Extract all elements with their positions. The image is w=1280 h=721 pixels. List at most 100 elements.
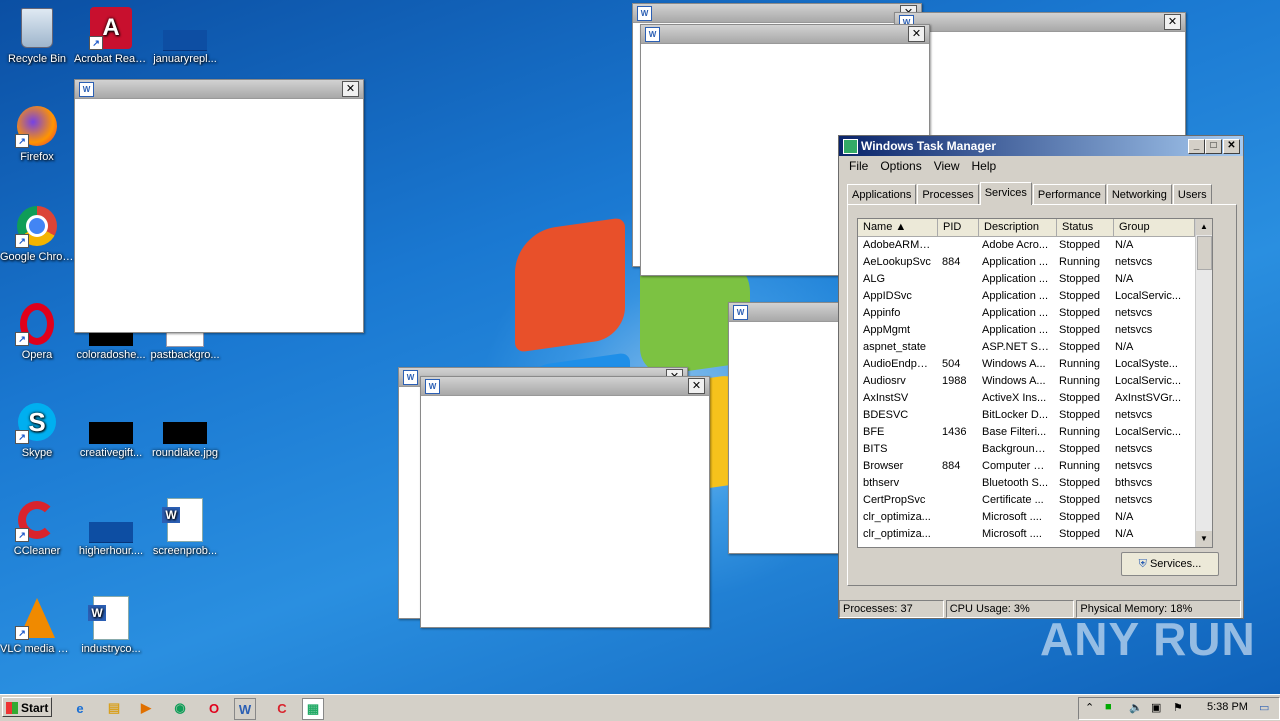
table-row[interactable]: ALG Application ... Stopped N/A [858,271,1212,288]
task-manager-taskbar-icon[interactable]: ▦ [302,698,324,720]
table-row[interactable]: AdobeARMs... Adobe Acro... Stopped N/A [858,237,1212,254]
scroll-thumb[interactable] [1197,236,1212,270]
table-row[interactable]: Appinfo Application ... Stopped netsvcs [858,305,1212,322]
task-manager-window[interactable]: Windows Task Manager _ □ ✕ File Options Vi… [838,135,1244,619]
desktop-icon-firefox[interactable]: ↗ Firefox [0,104,74,164]
opera-taskbar-icon[interactable]: O [204,698,224,718]
table-row[interactable]: BITS Background... Stopped netsvcs [858,441,1212,458]
table-row[interactable]: AppMgmt Application ... Stopped netsvcs [858,322,1212,339]
clock[interactable]: 5:38 PM [1207,701,1248,713]
service-name: bthserv [863,477,900,489]
tab-performance[interactable]: Performance [1032,184,1106,205]
service-description: Application ... [982,290,1049,302]
service-group: N/A [1115,511,1134,523]
service-pid [937,526,977,543]
table-row[interactable]: bthserv Bluetooth S... Stopped bthsvcs [858,475,1212,492]
service-pid [937,237,977,254]
service-group: netsvcs [1115,324,1153,336]
desktop-icon-industryco[interactable]: W industryco... [74,596,148,656]
service-group: netsvcs [1115,460,1153,472]
action-center-flag-icon[interactable]: ⚑ [1173,701,1183,714]
desktop-icon-screenprob[interactable]: W screenprob... [148,498,222,558]
task-manager-titlebar[interactable]: Windows Task Manager _ □ ✕ [839,136,1243,156]
maximize-button[interactable]: □ [1205,139,1222,154]
blank-window-1[interactable]: W ✕ [74,79,364,333]
scroll-up-icon[interactable]: ▲ [1196,219,1212,235]
desktop-icon-recycle-bin[interactable]: Recycle Bin [0,6,74,66]
ccleaner-taskbar-icon[interactable]: C [272,698,292,718]
show-desktop-icon[interactable]: ▭ [1259,701,1269,714]
desktop-icon-skype[interactable]: S ↗ Skype [0,400,74,460]
desktop-icon-vlc[interactable]: ↗ VLC media player [0,596,74,656]
close-button[interactable]: ✕ [1164,14,1181,30]
media-player-icon[interactable]: ▶ [136,698,156,718]
services-button[interactable]: ⛨ Services... [1121,552,1219,576]
tab-processes[interactable]: Processes [917,184,979,205]
close-button[interactable]: ✕ [688,378,705,394]
column-description[interactable]: Description [979,219,1057,236]
table-row[interactable]: Audiosrv 1988 Windows A... Running LocalServ… [858,373,1212,390]
column-status[interactable]: Status [1057,219,1114,236]
desktop-icon-acrobat[interactable]: A↗ Acrobat Reader DC [74,6,148,66]
tab-users[interactable]: Users [1172,184,1212,205]
desktop-icon-chrome[interactable]: ↗ Google Chrome [0,204,74,264]
service-description: Adobe Acro... [982,239,1049,251]
blank-window-7[interactable]: W ✕ [420,376,710,628]
table-row[interactable]: CertPropSvc Certificate ... Stopped netsvcs [858,492,1212,509]
tab-networking[interactable]: Networking [1106,184,1172,205]
service-status: Stopped [1059,392,1100,404]
status-processes: Processes: 37 [839,600,944,618]
blank-window-5[interactable]: W [728,302,850,554]
tray-expand-icon[interactable]: ⌃ [1085,701,1094,714]
menu-file[interactable]: File [843,156,874,176]
word-taskbar-icon[interactable]: W [234,698,256,720]
desktop-icon-higherhour[interactable]: higherhour.... [74,498,148,558]
table-row[interactable]: AeLookupSvc 884 Application ... Running nets… [858,254,1212,271]
column-group[interactable]: Group [1114,219,1195,236]
service-status: Stopped [1059,409,1100,421]
chrome-taskbar-icon[interactable]: ◉ [170,698,190,718]
table-row[interactable]: BFE 1436 Base Filteri... Running LocalServic… [858,424,1212,441]
volume-icon[interactable]: 🔈 [1129,701,1143,714]
tab-services[interactable]: Services [979,182,1032,205]
menu-view[interactable]: View [928,156,966,176]
close-button[interactable]: ✕ [908,26,925,42]
menu-help[interactable]: Help [966,156,1003,176]
opera-icon: ↗ [15,302,59,346]
ie-icon[interactable]: e [70,698,90,718]
service-name: BDESVC [863,409,909,421]
start-button[interactable]: Start [2,697,52,717]
table-row[interactable]: AppIDSvc Application ... Stopped LocalServi… [858,288,1212,305]
network-status-icon[interactable]: ■ [1105,701,1112,713]
service-status: Running [1059,358,1100,370]
desktop-icon-opera[interactable]: ↗ Opera [0,302,74,362]
table-row[interactable]: aspnet_state ASP.NET St... Stopped N/A [858,339,1212,356]
service-name: Appinfo [863,307,901,319]
vertical-scrollbar[interactable]: ▲ ▼ [1195,219,1212,547]
service-pid: 1988 [942,375,967,387]
table-row[interactable]: AxInstSV ActiveX Ins... Stopped AxInstSVGr.… [858,390,1212,407]
scroll-down-icon[interactable]: ▼ [1196,531,1212,547]
service-status: Stopped [1059,307,1100,319]
table-row[interactable]: clr_optimiza... Microsoft .... Stopped N/A [858,526,1212,543]
network-icon[interactable]: ▣ [1151,701,1161,714]
file-icon [89,498,133,543]
table-row[interactable]: clr_optimiza... Microsoft .... Stopped N/A [858,509,1212,526]
tab-applications[interactable]: Applications [847,184,917,205]
close-button[interactable]: ✕ [342,81,359,97]
table-row[interactable]: AudioEndpoi... 504 Windows A... Running Loca… [858,356,1212,373]
desktop-icon-ccleaner[interactable]: ↗ CCleaner [0,498,74,558]
desktop-icon-januaryrepl[interactable]: januaryrepl... [148,6,222,66]
services-list[interactable]: Name ▲ PID Description Status Group Adob… [857,218,1213,548]
menu-options[interactable]: Options [874,156,927,176]
table-row[interactable]: BDESVC BitLocker D... Stopped netsvcs [858,407,1212,424]
column-name[interactable]: Name ▲ [858,219,938,236]
desktop-icon-creativegift[interactable]: creativegift... [74,400,148,460]
desktop-icon-roundlake[interactable]: roundlake.jpg [148,400,222,460]
explorer-icon[interactable]: ▤ [104,698,124,718]
table-row[interactable]: Browser 884 Computer B... Running netsvcs [858,458,1212,475]
blank-window-3[interactable]: W ✕ [894,12,1186,154]
close-button[interactable]: ✕ [1223,139,1240,154]
minimize-button[interactable]: _ [1188,139,1205,154]
column-pid[interactable]: PID [938,219,979,236]
